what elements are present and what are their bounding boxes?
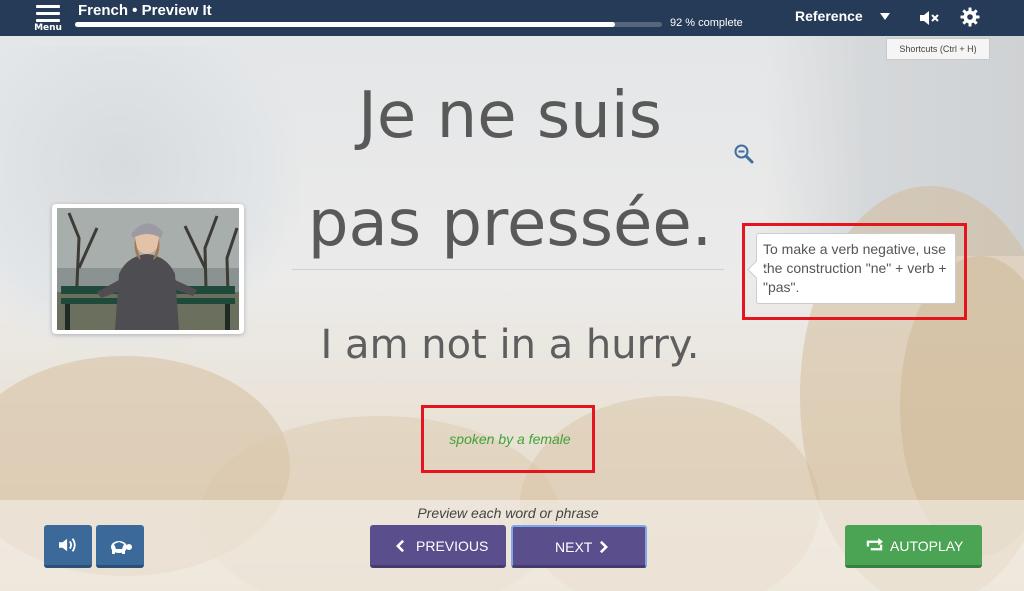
autoplay-label: AUTOPLAY — [890, 538, 964, 554]
slow-audio-button[interactable] — [96, 525, 144, 568]
english-translation: I am not in a hurry. — [320, 322, 700, 368]
next-label: NEXT — [555, 539, 593, 555]
reference-menu[interactable]: Reference — [795, 8, 863, 24]
french-phrase: Je ne suis pas pressée. — [280, 62, 740, 278]
gear-icon[interactable] — [960, 7, 980, 27]
french-phrase-line: pas pressée. — [307, 187, 713, 261]
chevron-right-icon — [599, 540, 608, 554]
play-audio-button[interactable] — [44, 525, 92, 568]
progress-bar — [75, 22, 662, 27]
turtle-icon — [111, 541, 132, 554]
next-button[interactable]: NEXT — [511, 525, 647, 568]
progress-fill — [75, 22, 616, 27]
french-phrase-line: Je ne suis — [358, 79, 662, 153]
menu-icon — [36, 5, 60, 22]
lesson-title: French • Preview It — [78, 2, 212, 19]
repeat-icon — [866, 538, 883, 551]
caret-down-icon[interactable] — [880, 13, 890, 20]
previous-label: PREVIOUS — [416, 538, 489, 554]
progress-text: 92 % complete — [670, 17, 743, 29]
top-bar: Menu French • Preview It 92 % complete R… — [0, 0, 1024, 36]
instruction-text: Preview each word or phrase — [417, 505, 599, 521]
woman-on-bench-photo — [57, 208, 239, 330]
menu-label: Menu — [34, 23, 62, 33]
divider — [292, 269, 724, 270]
autoplay-button[interactable]: AUTOPLAY — [845, 525, 982, 568]
shortcuts-button[interactable]: Shortcuts (Ctrl + H) — [886, 38, 990, 60]
mute-icon[interactable] — [918, 9, 940, 27]
speaker-gender-label: spoken by a female — [449, 431, 571, 447]
menu-button[interactable]: Menu — [30, 2, 66, 34]
zoom-out-icon[interactable] — [733, 143, 755, 165]
grammar-tip-text: To make a verb negative, use the constru… — [763, 241, 947, 295]
grammar-tip: To make a verb negative, use the constru… — [747, 233, 956, 304]
chevron-left-icon — [396, 539, 405, 553]
previous-button[interactable]: PREVIOUS — [370, 525, 506, 568]
speaker-icon — [59, 538, 76, 552]
phrase-image — [52, 204, 244, 334]
